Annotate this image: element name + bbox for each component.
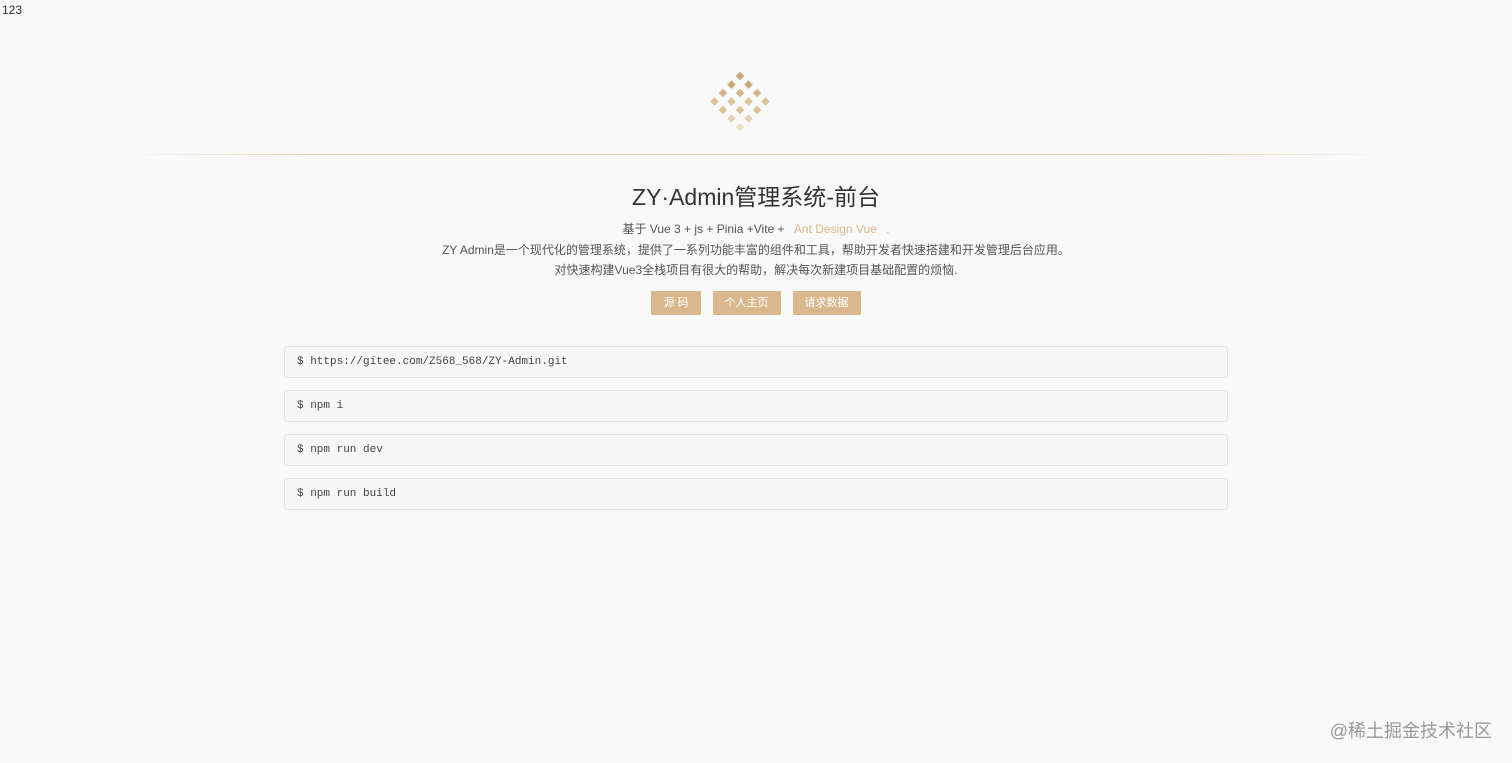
logo-diamond bbox=[727, 114, 736, 123]
stack-suffix: . bbox=[886, 222, 890, 236]
logo-diamond bbox=[727, 80, 736, 89]
logo-diamond bbox=[727, 97, 736, 106]
logo-diamond bbox=[735, 122, 745, 132]
command-dev[interactable]: $ npm run dev bbox=[284, 434, 1228, 466]
page-title: ZY·Admin管理系统-前台 bbox=[632, 184, 880, 210]
logo-diamond bbox=[761, 97, 770, 106]
ant-design-vue-link[interactable]: Ant Design Vue bbox=[794, 222, 877, 236]
logo-diamond bbox=[752, 88, 762, 98]
logo-diamond bbox=[752, 105, 762, 115]
logo-diamond bbox=[718, 88, 728, 98]
logo-diamond bbox=[718, 105, 728, 115]
source-code-button[interactable]: 源 码 bbox=[651, 291, 701, 315]
description-line-3: 对快速构建Vue3全栈项目有很大的帮助，解决每次新建项目基础配置的烦恼. bbox=[554, 263, 958, 277]
logo-diamond bbox=[744, 80, 753, 89]
command-list: $ https://gitee.com/Z568_568/ZY-Admin.gi… bbox=[284, 346, 1228, 522]
homepage-button[interactable]: 个人主页 bbox=[712, 291, 781, 315]
stack-line: 基于 Vue 3 + js + Pinia +Vite + Ant Design… bbox=[0, 219, 1512, 240]
command-clone[interactable]: $ https://gitee.com/Z568_568/ZY-Admin.gi… bbox=[284, 346, 1228, 378]
watermark: @稀土掘金技术社区 bbox=[1329, 721, 1492, 741]
diamond-grid-logo-icon bbox=[710, 71, 770, 132]
header-divider bbox=[120, 154, 1392, 155]
corner-text: 123 bbox=[2, 3, 23, 17]
command-install[interactable]: $ npm i bbox=[284, 390, 1228, 422]
command-build[interactable]: $ npm run build bbox=[284, 478, 1228, 510]
logo-diamond bbox=[744, 114, 753, 123]
description-line-2: ZY Admin是一个现代化的管理系统，提供了一系列功能丰富的组件和工具，帮助开… bbox=[442, 242, 1070, 257]
logo-diamond bbox=[744, 97, 753, 106]
action-buttons: 源 码 个人主页 请求数据 bbox=[0, 291, 1512, 315]
request-data-button[interactable]: 请求数据 bbox=[792, 291, 861, 315]
page: 123 ZY·Admin管理系统-前台 基于 Vue 3 + js + Pini… bbox=[0, 0, 1512, 763]
description: 基于 Vue 3 + js + Pinia +Vite + Ant Design… bbox=[0, 219, 1512, 281]
logo-diamond bbox=[735, 105, 745, 115]
logo-diamond bbox=[735, 71, 745, 81]
logo-diamond bbox=[710, 97, 719, 106]
logo-diamond bbox=[735, 88, 745, 98]
stack-prefix: 基于 Vue 3 + js + Pinia +Vite + bbox=[622, 222, 785, 236]
